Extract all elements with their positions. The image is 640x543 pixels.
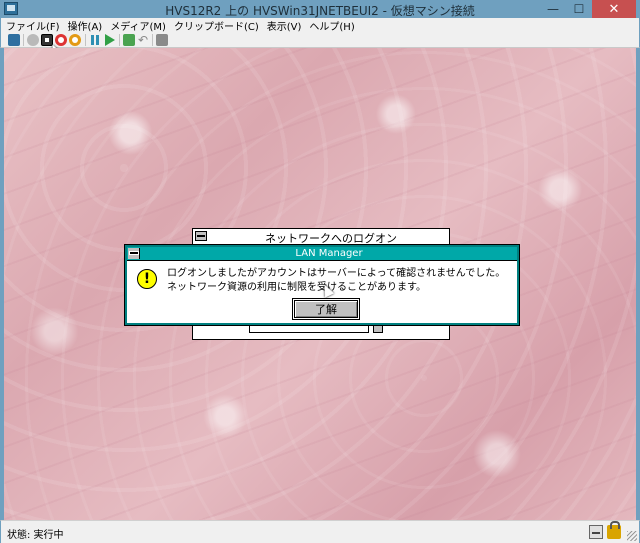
window-titlebar: HVS12R2 上の HVSWin31JNETBEUI2 - 仮想マシン接続 —…: [0, 0, 640, 18]
system-menu-icon[interactable]: [128, 248, 140, 259]
guest-desktop[interactable]: ネットワークへのログオン LAN Manager ! ログオンしましたがアカウン…: [4, 48, 636, 520]
menu-action[interactable]: 操作(A): [68, 18, 103, 33]
toolbar: ↶: [0, 32, 640, 48]
revert-icon[interactable]: ↶: [138, 34, 150, 46]
menubar: ファイル(F) 操作(A) メディア(M) クリップボード(C) 表示(V) ヘ…: [0, 18, 640, 33]
toolbar-separator: [152, 34, 153, 46]
checkpoint-icon[interactable]: [123, 34, 135, 46]
close-button[interactable]: ✕: [592, 0, 636, 18]
menu-clipboard[interactable]: クリップボード(C): [174, 18, 259, 33]
enhanced-session-icon[interactable]: [156, 34, 168, 46]
dialog-title: LAN Manager: [295, 248, 363, 259]
maximize-button[interactable]: ☐: [566, 0, 592, 18]
menu-media[interactable]: メディア(M): [110, 18, 166, 33]
keyboard-icon: [589, 525, 603, 539]
window-controls: — ☐ ✕: [540, 0, 636, 18]
ok-button[interactable]: 了解: [292, 298, 360, 320]
resize-grip-icon[interactable]: [627, 531, 637, 541]
toolbar-separator: [23, 34, 24, 46]
save-state-icon[interactable]: [69, 34, 81, 46]
system-menu-icon[interactable]: [195, 231, 207, 241]
dialog-message: ログオンしましたがアカウントはサーバーによって確認されませんでした。ネットワーク…: [167, 268, 506, 293]
network-logon-titlebar: ネットワークへのログオン: [193, 229, 449, 245]
menu-file[interactable]: ファイル(F): [6, 18, 60, 33]
pause-icon[interactable]: [89, 34, 101, 46]
resume-icon[interactable]: [105, 34, 115, 46]
warning-icon: !: [137, 269, 157, 289]
lock-icon: [607, 521, 621, 539]
menu-help[interactable]: ヘルプ(H): [309, 18, 354, 33]
toolbar-separator: [119, 34, 120, 46]
start-icon[interactable]: [27, 34, 39, 46]
network-logon-title: ネットワークへのログオン: [265, 232, 397, 245]
menu-view[interactable]: 表示(V): [267, 18, 302, 33]
dialog-titlebar: LAN Manager: [127, 247, 517, 261]
statusbar: 状態: 実行中: [0, 520, 640, 543]
ctrl-alt-del-icon[interactable]: [8, 34, 20, 46]
status-text: 状態: 実行中: [7, 530, 64, 541]
toolbar-separator: [85, 34, 86, 46]
minimize-button[interactable]: —: [540, 0, 566, 18]
